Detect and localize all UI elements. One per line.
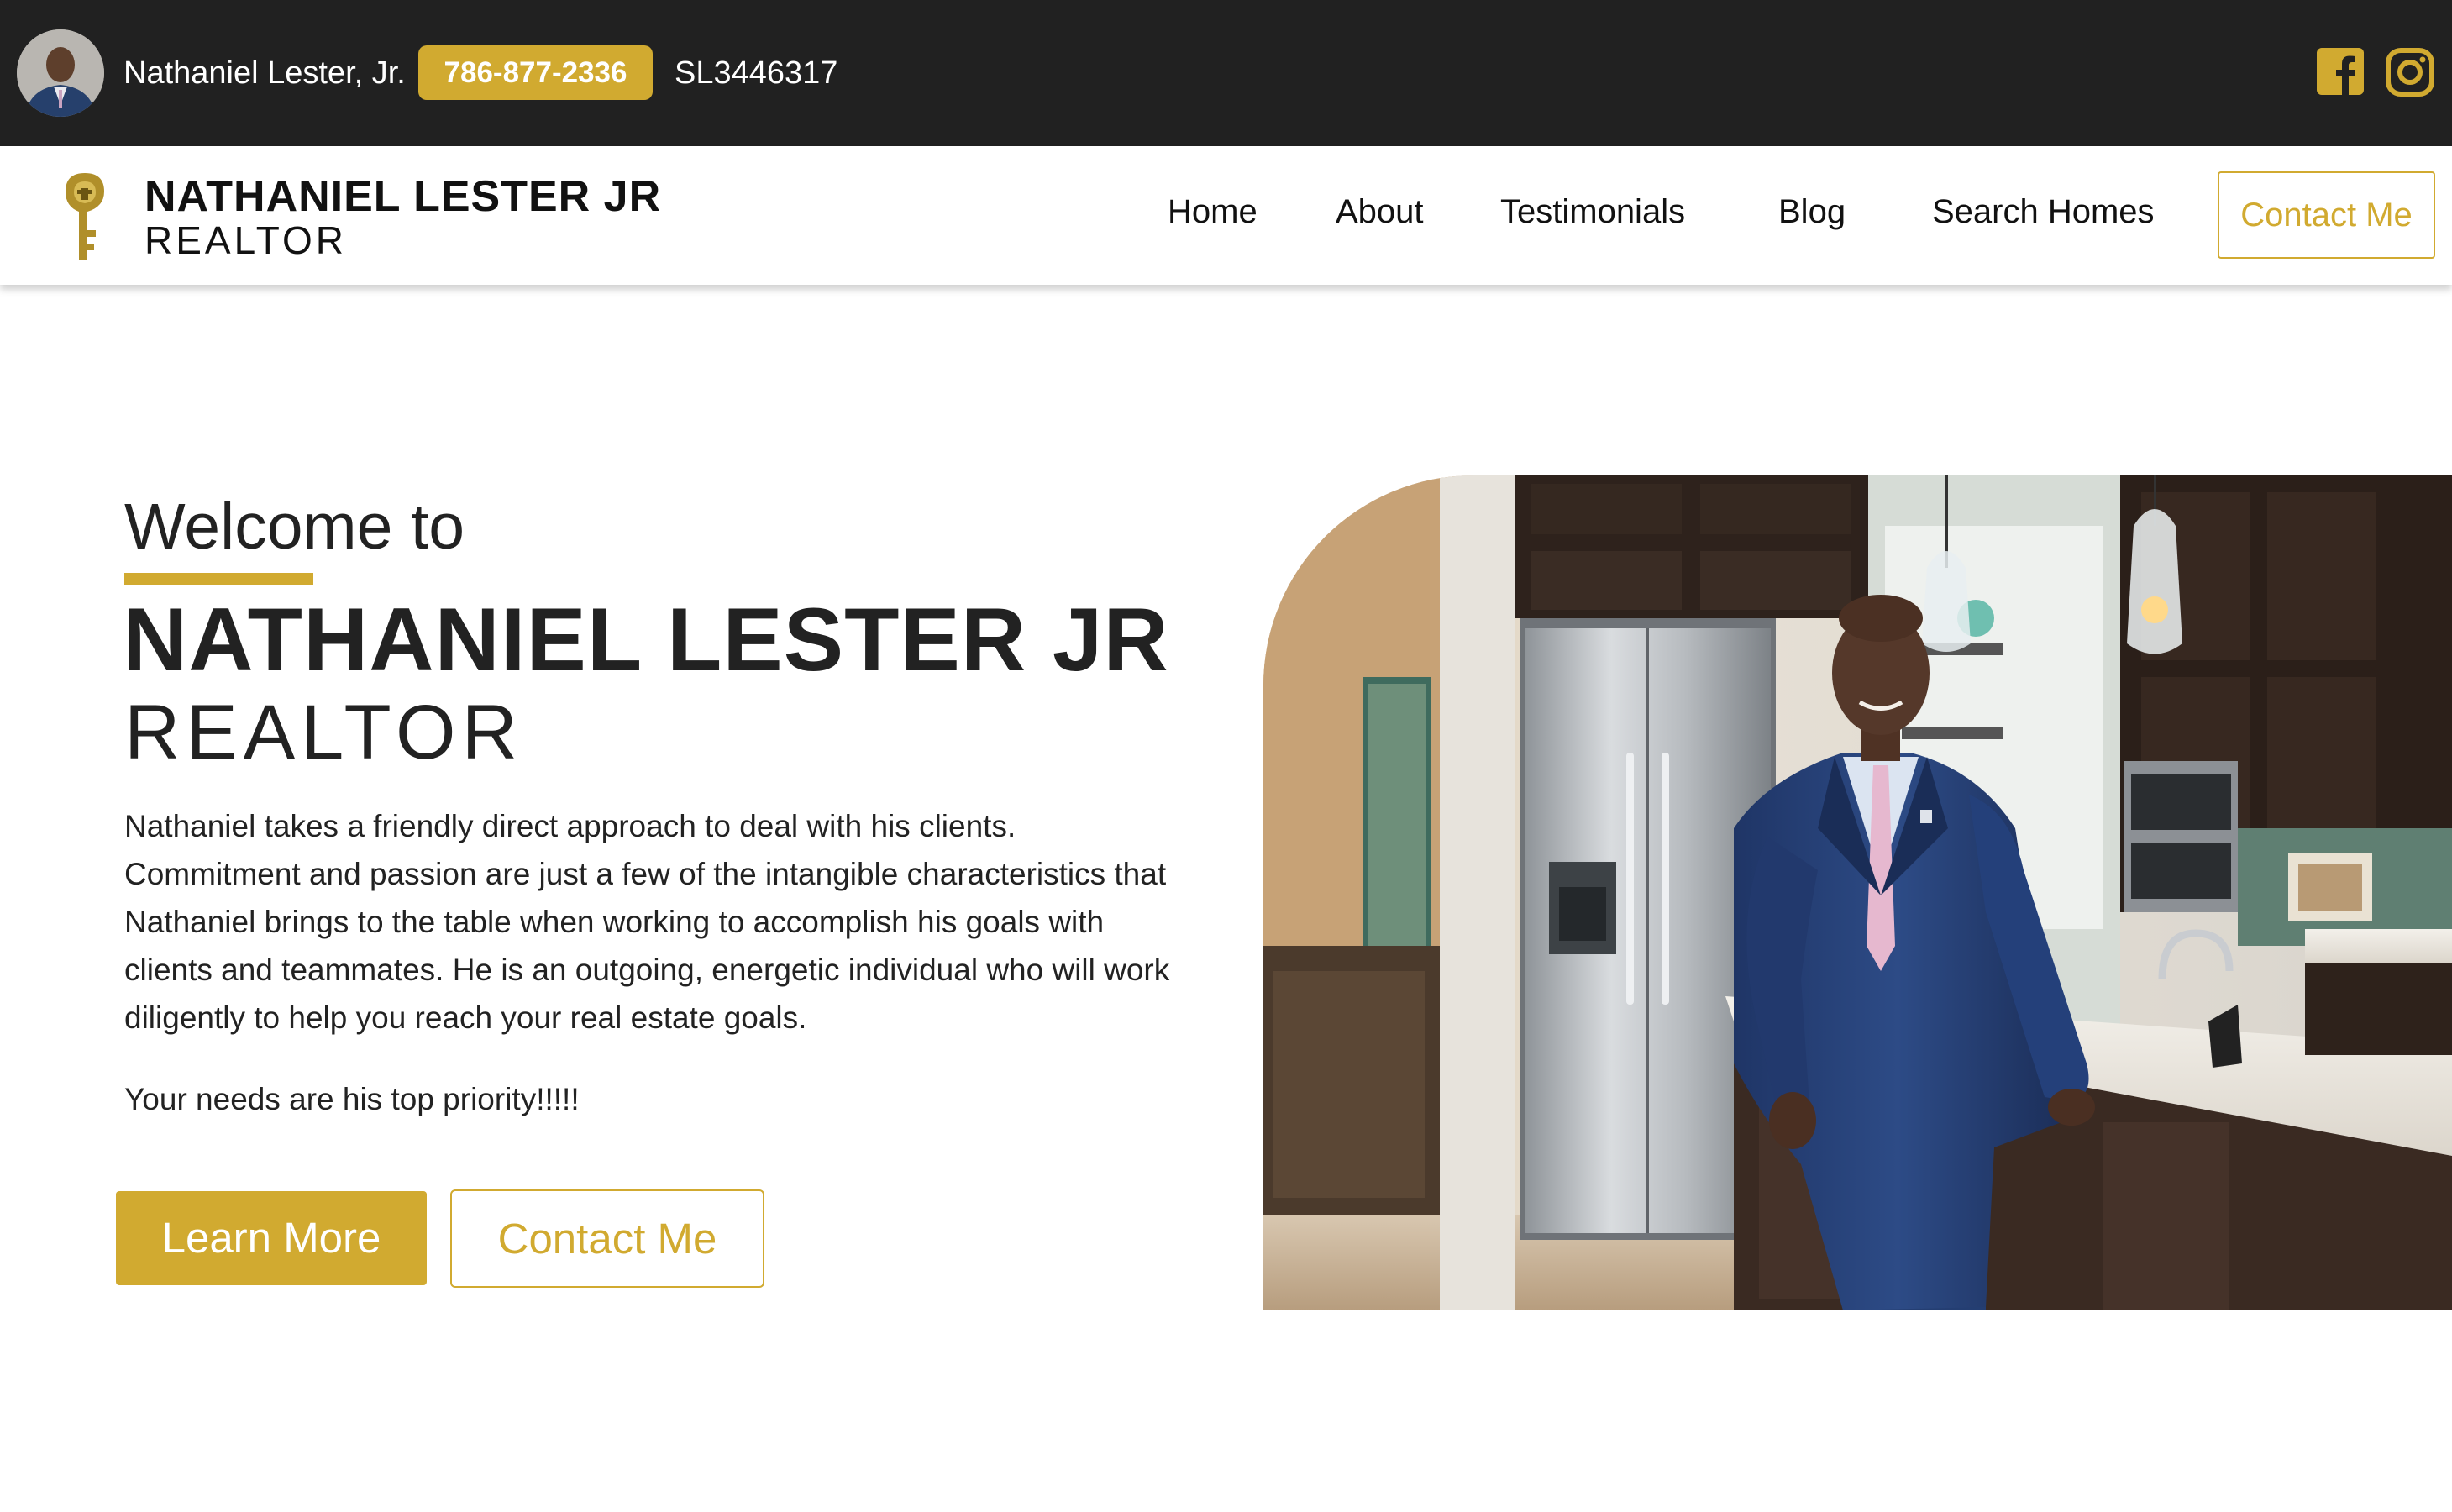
accent-divider bbox=[124, 573, 313, 585]
license-number: SL3446317 bbox=[675, 55, 838, 91]
contact-me-button[interactable]: Contact Me bbox=[450, 1189, 764, 1288]
hero-title: NATHANIEL LESTER JR bbox=[123, 589, 1169, 690]
instagram-icon[interactable] bbox=[2385, 47, 2435, 97]
logo-subtitle[interactable]: REALTOR bbox=[144, 218, 347, 262]
phone-button[interactable]: 786-877-2336 bbox=[418, 45, 653, 100]
nav-search-homes[interactable]: Search Homes bbox=[1932, 192, 2155, 232]
hero-agent-photo bbox=[1263, 475, 2452, 1310]
hero-subtitle: REALTOR bbox=[124, 690, 524, 775]
hero-welcome: Welcome to bbox=[124, 491, 465, 563]
hero-description: Nathaniel takes a friendly direct approa… bbox=[124, 809, 1170, 1035]
nav-testimonials[interactable]: Testimonials bbox=[1500, 192, 1685, 232]
agent-avatar bbox=[17, 29, 104, 117]
facebook-icon[interactable] bbox=[2317, 48, 2364, 95]
nav-contact-button[interactable]: Contact Me bbox=[2218, 171, 2435, 259]
key-logo-icon[interactable] bbox=[59, 170, 111, 264]
logo-title[interactable]: NATHANIEL LESTER JR bbox=[144, 171, 661, 222]
agent-name: Nathaniel Lester, Jr. bbox=[123, 55, 406, 91]
main-header: NATHANIEL LESTER JR REALTOR Home About T… bbox=[0, 146, 2452, 285]
hero-priority-text: Your needs are his top priority!!!!! bbox=[124, 1082, 580, 1116]
nav-home[interactable]: Home bbox=[1168, 192, 1258, 232]
top-bar: Nathaniel Lester, Jr. 786-877-2336 SL344… bbox=[0, 0, 2452, 146]
nav-about[interactable]: About bbox=[1336, 192, 1424, 232]
learn-more-button[interactable]: Learn More bbox=[116, 1191, 427, 1285]
nav-blog[interactable]: Blog bbox=[1778, 192, 1846, 232]
